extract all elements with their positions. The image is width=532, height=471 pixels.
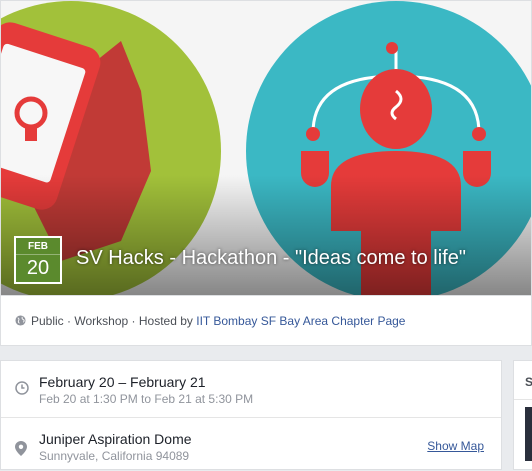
event-title: SV Hacks - Hackathon - "Ideas come to li…	[76, 247, 466, 269]
date-time-detail: Feb 20 at 1:30 PM to Feb 21 at 5:30 PM	[39, 392, 254, 406]
date-day: 20	[16, 254, 60, 282]
clock-icon	[15, 381, 29, 395]
show-map-link[interactable]: Show Map	[427, 439, 484, 453]
side-card: S	[513, 360, 532, 470]
event-meta-bar: Public · Workshop · Hosted by IIT Bombay…	[0, 296, 532, 346]
globe-icon	[15, 315, 26, 326]
host-link[interactable]: IIT Bombay SF Bay Area Chapter Page	[196, 314, 405, 328]
location-row[interactable]: Juniper Aspiration Dome Sunnyvale, Calif…	[1, 417, 501, 471]
event-details-card: February 20 – February 21 Feb 20 at 1:30…	[0, 360, 502, 470]
event-date-badge: FEB 20	[14, 236, 62, 284]
side-card-thumbnail[interactable]	[525, 407, 532, 461]
date-month: FEB	[16, 238, 60, 254]
hosted-by-label: Hosted by	[138, 314, 193, 328]
side-card-label: S	[525, 375, 532, 389]
meta-separator: ·	[131, 314, 136, 328]
meta-separator: ·	[67, 314, 72, 328]
date-range: February 20 – February 21	[39, 374, 206, 390]
map-pin-icon	[15, 441, 27, 456]
privacy-label: Public	[31, 314, 64, 328]
date-time-row[interactable]: February 20 – February 21 Feb 20 at 1:30…	[1, 361, 501, 418]
event-cover-photo[interactable]: FEB 20 SV Hacks - Hackathon - "Ideas com…	[0, 0, 532, 296]
venue-name[interactable]: Juniper Aspiration Dome	[39, 431, 192, 447]
category-label: Workshop	[74, 314, 129, 328]
